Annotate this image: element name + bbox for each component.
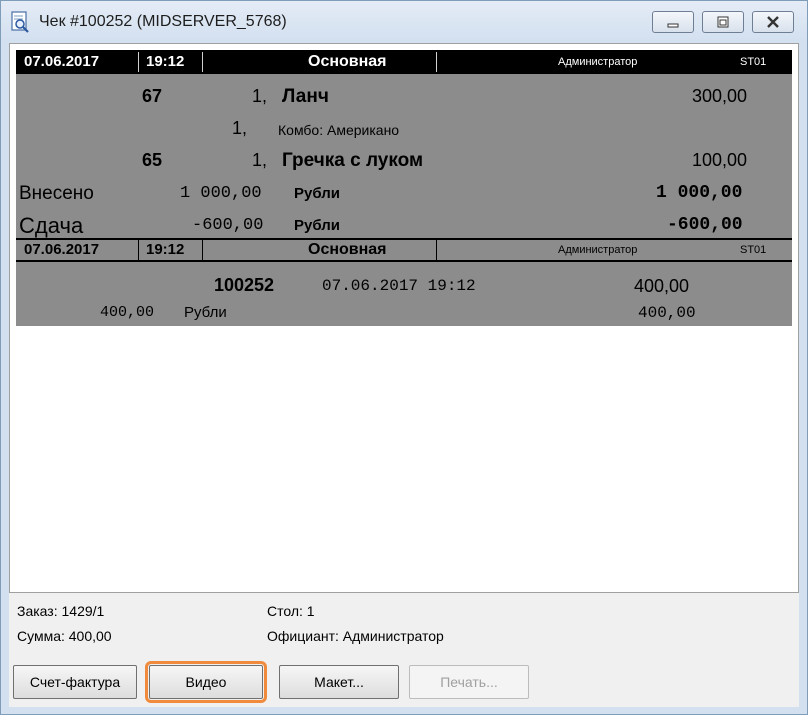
modifier-qty: 1, (232, 118, 248, 138)
receipt-window: Чек #100252 (MIDSERVER_5768) 07.06.2017 … (0, 0, 808, 715)
item-qty: 1, (252, 86, 268, 106)
video-button[interactable]: Видео (145, 661, 267, 703)
close-icon (767, 16, 779, 28)
client-area: 07.06.2017 19:12 Основная Администратор … (9, 43, 799, 707)
payment-amount: 400,00 (100, 304, 155, 321)
header-date: 07.06.2017 (24, 53, 100, 70)
header-user: Администратор (558, 56, 638, 68)
header-time: 19:12 (146, 241, 185, 258)
header-name: Основная (308, 241, 387, 258)
item-name: Гречка с луком (282, 150, 424, 171)
paid-total: 1 000,00 (656, 183, 743, 203)
receipt-sum: 400,00 (634, 276, 690, 296)
receipt-content: 07.06.2017 19:12 Основная Администратор … (16, 50, 792, 326)
paid-label: Внесено (19, 183, 94, 204)
invoice-button[interactable]: Счет-фактура (13, 665, 137, 699)
change-currency: Рубли (294, 217, 340, 234)
item-code: 65 (142, 150, 163, 170)
change-amount: -600,00 (192, 216, 264, 235)
item-qty: 1, (252, 150, 268, 170)
header-user: Администратор (558, 244, 638, 256)
receipt-header: 07.06.2017 19:12 Основная Администратор … (16, 238, 792, 262)
item-name: Ланч (282, 86, 329, 107)
header-time: 19:12 (146, 53, 185, 70)
item-price: 100,00 (692, 150, 748, 170)
window-title: Чек #100252 (MIDSERVER_5768) (39, 13, 287, 30)
document-search-icon (11, 11, 29, 33)
table-info: Стол: 1 (267, 603, 315, 619)
sum-info: Сумма: 400,00 (17, 628, 112, 644)
maximize-button[interactable] (702, 11, 744, 33)
header-name: Основная (308, 53, 387, 70)
item-code: 67 (142, 86, 163, 106)
item-price: 300,00 (692, 86, 748, 106)
header-station: ST01 (740, 56, 767, 68)
receipt-datetime: 07.06.2017 19:12 (322, 277, 476, 295)
title-bar[interactable]: Чек #100252 (MIDSERVER_5768) (1, 1, 807, 43)
paid-currency: Рубли (294, 185, 340, 202)
minimize-button[interactable] (652, 11, 694, 33)
paid-amount: 1 000,00 (180, 184, 262, 203)
print-button[interactable]: Печать... (409, 665, 529, 699)
minimize-icon (667, 23, 679, 28)
modifier-name: Комбо: Американо (278, 122, 400, 138)
maximize-icon (717, 16, 729, 28)
payment-currency: Рубли (184, 304, 227, 321)
payment-sum: 400,00 (638, 304, 696, 322)
receipt-header: 07.06.2017 19:12 Основная Администратор … (16, 50, 792, 74)
layout-button[interactable]: Макет... (279, 665, 399, 699)
close-button[interactable] (752, 11, 794, 33)
change-total: -600,00 (667, 215, 743, 235)
header-date: 07.06.2017 (24, 241, 100, 258)
receipt-number: 100252 (214, 275, 275, 295)
order-info: Заказ: 1429/1 (17, 603, 105, 619)
receipt-preview[interactable]: 07.06.2017 19:12 Основная Администратор … (9, 43, 799, 593)
waiter-info: Официант: Администратор (267, 628, 444, 644)
change-label: Сдача (19, 213, 84, 238)
header-station: ST01 (740, 244, 767, 256)
